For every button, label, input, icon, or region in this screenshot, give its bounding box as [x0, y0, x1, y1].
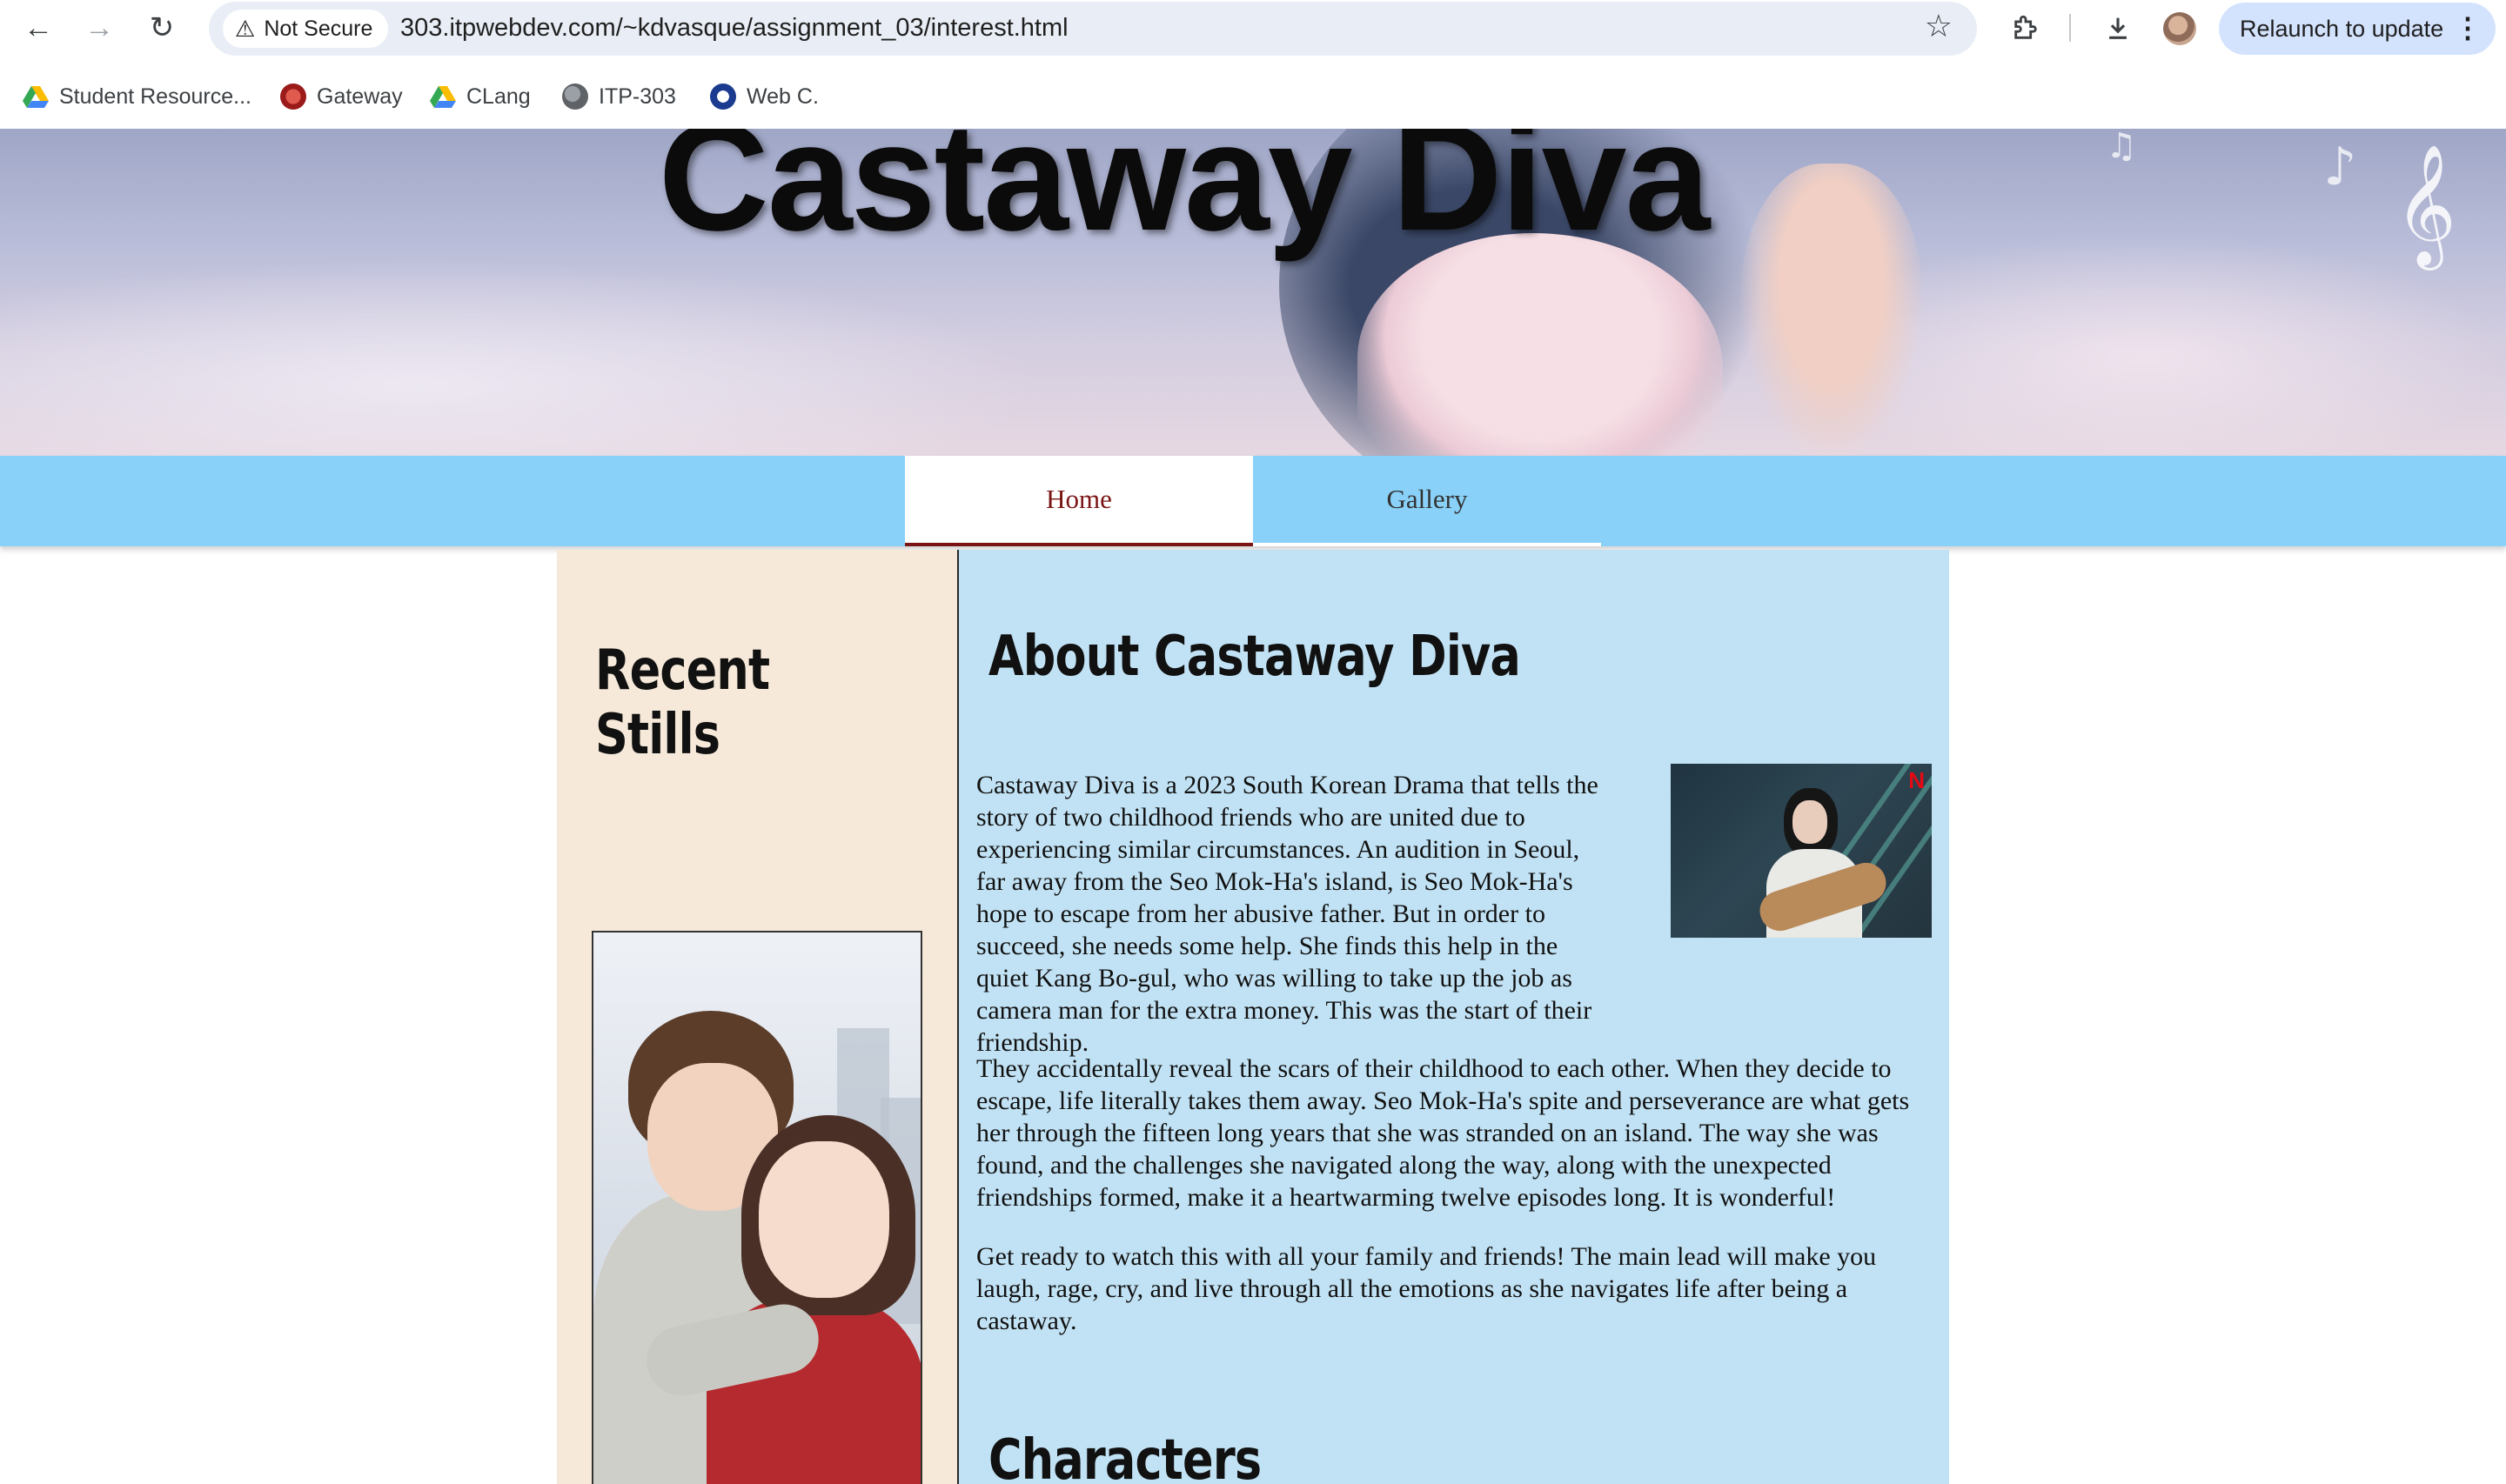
- bookmark-gateway[interactable]: Gateway: [280, 75, 403, 118]
- sidebar: Recent Stills: [557, 550, 957, 1484]
- bookmark-student-resource[interactable]: Student Resource...: [23, 75, 251, 118]
- bookmark-label: Student Resource...: [59, 84, 251, 109]
- image-float-spacer: [1610, 769, 1933, 1006]
- about-paragraph-1: Castaway Diva is a 2023 South Korean Dra…: [976, 769, 1933, 1059]
- extensions-icon[interactable]: [2008, 10, 2043, 45]
- profile-avatar[interactable]: [2163, 12, 2196, 45]
- security-indicator[interactable]: ⚠ Not Secure: [223, 10, 389, 48]
- about-paragraph-2: They accidentally reveal the scars of th…: [976, 1054, 1910, 1212]
- gateway-icon: [280, 84, 306, 110]
- toolbar-divider: [2069, 14, 2071, 42]
- browser-chrome: ← → ↻ ⚠ Not Secure 303.itpwebdev.com/~kd…: [0, 0, 2506, 130]
- download-icon[interactable]: [2101, 10, 2135, 45]
- google-drive-icon: [430, 86, 456, 108]
- google-drive-icon: [23, 86, 49, 108]
- circle-icon: [710, 84, 736, 110]
- about-paragraph-3: Get ready to watch this with all your fa…: [976, 1242, 1877, 1335]
- sidebar-title: Recent Stills: [595, 638, 770, 767]
- still-person-face: [759, 1141, 889, 1298]
- url-text[interactable]: 303.itpwebdev.com/~kdvasque/assignment_0…: [400, 14, 1069, 43]
- bookmark-clang[interactable]: CLang: [430, 75, 531, 118]
- bookmark-label: Web C.: [747, 84, 819, 109]
- bookmarks-bar: Student Resource... Gateway CLang ITP-30…: [0, 75, 2506, 118]
- bookmark-label: CLang: [466, 84, 531, 109]
- relaunch-label: Relaunch to update: [2240, 15, 2444, 42]
- about-title: About Castaway Diva: [988, 625, 1521, 689]
- recent-still-image[interactable]: [592, 931, 922, 1484]
- bookmark-label: Gateway: [317, 84, 403, 109]
- back-arrow-icon[interactable]: ←: [19, 9, 57, 47]
- reload-icon[interactable]: ↻: [143, 9, 181, 47]
- relaunch-button[interactable]: Relaunch to update ⋮: [2219, 3, 2496, 55]
- bookmark-label: ITP-303: [599, 84, 676, 109]
- browser-toolbar: ← → ↻ ⚠ Not Secure 303.itpwebdev.com/~kd…: [0, 0, 2506, 57]
- characters-title: Characters: [988, 1428, 1262, 1484]
- forward-arrow-icon[interactable]: →: [80, 9, 118, 47]
- address-bar[interactable]: ⚠ Not Secure 303.itpwebdev.com/~kdvasque…: [209, 2, 1977, 56]
- main-content: About Castaway Diva N Castaway Diva is a…: [959, 550, 1949, 1484]
- bookmark-star-icon[interactable]: ☆: [1925, 10, 1953, 42]
- bookmark-itp-303[interactable]: ITP-303: [562, 75, 676, 118]
- globe-icon: [562, 84, 588, 110]
- about-paragraph-1-text: Castaway Diva is a 2023 South Korean Dra…: [976, 771, 1598, 1057]
- warning-triangle-icon: ⚠: [235, 15, 256, 42]
- security-label: Not Secure: [264, 16, 373, 41]
- bookmark-web-c[interactable]: Web C.: [710, 75, 819, 118]
- content-area: Recent Stills About Castaway Diva N Cast…: [0, 129, 2506, 1484]
- kebab-menu-icon[interactable]: ⋮: [2454, 11, 2482, 44]
